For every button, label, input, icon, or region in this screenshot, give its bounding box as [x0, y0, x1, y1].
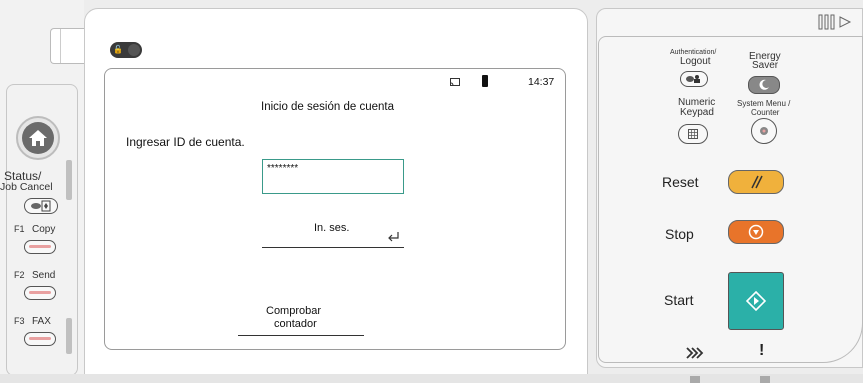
- panel-grip-lower: [66, 318, 72, 354]
- eye-icon: [31, 200, 51, 212]
- energy-label-line2: Saver: [752, 60, 779, 71]
- copy-button[interactable]: [24, 240, 56, 254]
- home-icon: [29, 130, 47, 146]
- user-logout-icon: [686, 75, 700, 83]
- numeric-keypad-button[interactable]: [678, 124, 708, 144]
- enter-icon: [388, 232, 399, 242]
- check-counter-button[interactable]: Comprobar contador: [238, 300, 364, 336]
- login-button-label: In. ses.: [314, 222, 350, 234]
- f1-key-label: F1: [14, 224, 25, 234]
- auth-label-line1: Authentication/: [670, 49, 717, 56]
- page-title: Inicio de sesión de cuenta: [261, 101, 394, 113]
- check-counter-line2: contador: [274, 318, 317, 330]
- bottom-tab-left: [690, 376, 700, 383]
- numeric-label-line2: Keypad: [680, 107, 714, 118]
- keypad-icon: [688, 129, 698, 139]
- send-button[interactable]: [24, 286, 56, 300]
- copy-label: Copy: [32, 224, 56, 235]
- panel-grip: [66, 160, 72, 200]
- gear-icon: [760, 127, 768, 135]
- authentication-logout-button[interactable]: [680, 71, 708, 87]
- f2-key-label: F2: [14, 270, 25, 280]
- device-status-icon: [482, 75, 488, 87]
- check-counter-line1: Comprobar: [266, 305, 322, 317]
- stop-button[interactable]: [728, 220, 784, 244]
- bottom-tab-right: [760, 376, 770, 383]
- sysmenu-label-line2: Counter: [751, 108, 780, 117]
- start-button[interactable]: [728, 272, 784, 330]
- energy-saver-button[interactable]: [748, 76, 780, 94]
- clock-time: 14:37: [528, 76, 555, 88]
- start-label: Start: [664, 292, 694, 308]
- stop-label: Stop: [665, 226, 694, 242]
- account-id-field[interactable]: ********: [262, 159, 404, 194]
- login-button[interactable]: In. ses.: [262, 212, 404, 248]
- cast-icon: [450, 78, 460, 87]
- reset-label: Reset: [662, 174, 699, 190]
- system-menu-counter-button[interactable]: [751, 118, 777, 144]
- send-label: Send: [32, 270, 56, 281]
- f3-key-label: F3: [14, 316, 25, 326]
- attention-indicator: !: [759, 342, 765, 359]
- panel-indicator-icon: [818, 14, 852, 30]
- auth-label-line2: Logout: [680, 56, 711, 67]
- lock-toggle[interactable]: 🔓: [110, 42, 142, 58]
- start-icon: [746, 291, 766, 311]
- account-id-prompt: Ingresar ID de cuenta.: [126, 135, 245, 149]
- sysmenu-label-line1: System Menu /: [737, 99, 791, 108]
- bottom-edge: [0, 374, 863, 383]
- lock-icon: 🔓: [112, 44, 124, 56]
- fax-button[interactable]: [24, 332, 56, 346]
- stop-icon: [748, 224, 764, 240]
- reset-button[interactable]: [728, 170, 784, 194]
- fax-label: FAX: [32, 316, 51, 327]
- processing-indicator-icon: [686, 347, 704, 359]
- reset-icon: [751, 175, 763, 189]
- left-panel-tab: [50, 28, 85, 64]
- status-job-cancel-button[interactable]: [24, 198, 58, 214]
- job-cancel-label: Job Cancel: [0, 181, 53, 193]
- moon-icon: [759, 79, 769, 90]
- home-button[interactable]: [16, 116, 60, 160]
